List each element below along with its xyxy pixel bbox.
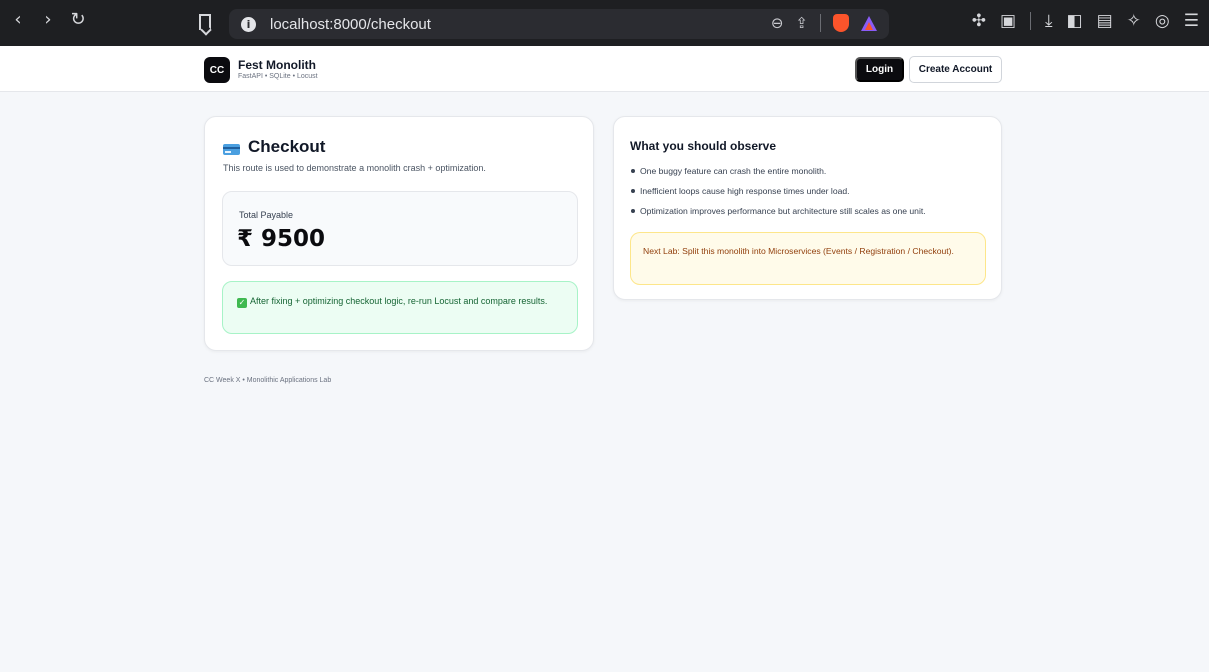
- list-item: One buggy feature can crash the entire m…: [630, 165, 926, 185]
- total-label: Total Payable: [239, 210, 294, 220]
- next-lab-note: Next Lab: Split this monolith into Micro…: [630, 232, 986, 285]
- leo-ai-icon[interactable]: ✧: [1127, 11, 1141, 31]
- app-logo[interactable]: CC: [204, 57, 230, 83]
- browser-nav: ‹ › ↻: [6, 9, 90, 30]
- checkmark-icon: ✓: [237, 298, 247, 308]
- divider: [820, 14, 821, 32]
- observe-list: One buggy feature can crash the entire m…: [630, 165, 926, 225]
- brand-subtitle: FastAPI • SQLite • Locust: [238, 73, 318, 80]
- footer-text: CC Week X • Monolithic Applications Lab: [204, 377, 332, 384]
- divider: [1030, 12, 1032, 30]
- address-bar-actions: ⊖ ⇪: [771, 14, 877, 32]
- success-note: ✓ After fixing + optimizing checkout logi…: [222, 281, 578, 334]
- menu-icon[interactable]: ☰: [1184, 11, 1199, 31]
- forward-icon[interactable]: ›: [36, 9, 60, 30]
- brand-title: Fest Monolith: [238, 58, 316, 72]
- reader-mode-icon[interactable]: ▣: [1000, 11, 1016, 31]
- observe-card: What you should observe One buggy featur…: [613, 116, 1002, 300]
- total-value: ₹ 9500: [237, 226, 326, 252]
- zoom-icon[interactable]: ⊖: [771, 14, 784, 32]
- login-button[interactable]: Login: [855, 57, 904, 82]
- share-icon[interactable]: ⇪: [795, 14, 808, 32]
- wallet-icon[interactable]: ▤: [1097, 11, 1113, 31]
- browser-toolbar: ‹ › ↻ i localhost:8000/checkout ⊖ ⇪ ✣ ▣ …: [0, 0, 1209, 46]
- extensions-icon[interactable]: ✣: [972, 11, 986, 31]
- bookmark-icon[interactable]: [199, 14, 211, 30]
- vpn-icon[interactable]: ◎: [1155, 11, 1170, 31]
- list-item: Optimization improves performance but ar…: [630, 205, 926, 225]
- checkout-card: Checkout This route is used to demonstra…: [204, 116, 594, 351]
- app-header: CC Fest Monolith FastAPI • SQLite • Locu…: [0, 46, 1209, 92]
- back-icon[interactable]: ‹: [6, 9, 30, 30]
- brave-shields-icon[interactable]: [833, 14, 849, 32]
- success-note-text: After fixing + optimizing checkout logic…: [250, 296, 548, 306]
- url-text[interactable]: localhost:8000/checkout: [270, 16, 431, 33]
- reload-icon[interactable]: ↻: [66, 9, 90, 30]
- credit-card-icon: [223, 143, 240, 155]
- observe-title: What you should observe: [630, 139, 777, 153]
- sidebar-icon[interactable]: ◧: [1067, 11, 1083, 31]
- checkout-heading: Checkout: [223, 137, 325, 157]
- total-payable-box: Total Payable ₹ 9500: [222, 191, 578, 266]
- address-bar[interactable]: i localhost:8000/checkout ⊖ ⇪: [229, 9, 889, 39]
- brave-rewards-icon[interactable]: [861, 15, 877, 31]
- download-icon[interactable]: ⤓: [1045, 11, 1053, 31]
- site-info-icon[interactable]: i: [241, 16, 256, 32]
- checkout-description: This route is used to demonstrate a mono…: [223, 163, 486, 173]
- page-title: Checkout: [248, 137, 326, 156]
- browser-extensions: ✣ ▣ ⤓ ◧ ▤ ✧ ◎ ☰: [972, 11, 1199, 31]
- create-account-button[interactable]: Create Account: [909, 56, 1002, 83]
- list-item: Inefficient loops cause high response ti…: [630, 185, 926, 205]
